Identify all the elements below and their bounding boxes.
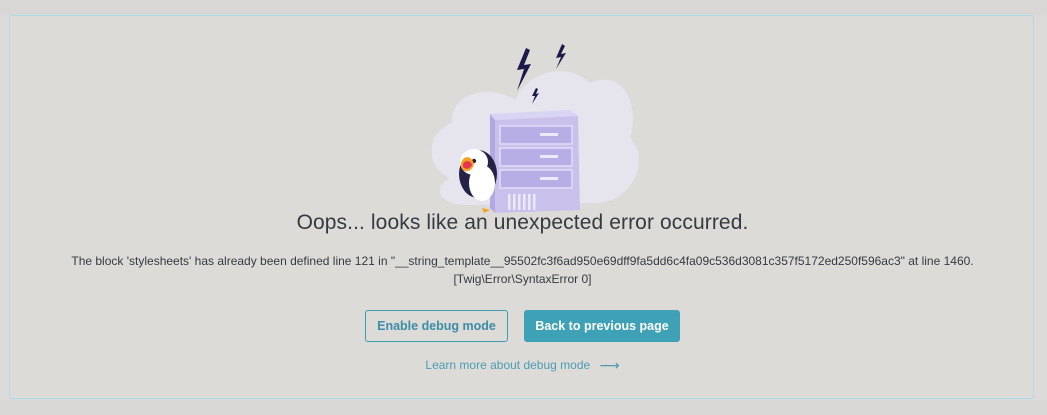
server-error-illustration — [431, 44, 639, 213]
top-strip — [0, 0, 1047, 15]
server-icon — [490, 110, 580, 213]
error-title: Oops... looks like an unexpected error o… — [296, 211, 749, 234]
back-to-previous-page-button[interactable]: Back to previous page — [524, 310, 680, 342]
learn-more-debug-link[interactable]: Learn more about debug mode ⟶ — [425, 357, 620, 373]
error-message: The block 'stylesheets' has already been… — [10, 252, 1035, 288]
arrow-right-icon: ⟶ — [599, 357, 620, 373]
enable-debug-mode-button[interactable]: Enable debug mode — [365, 310, 508, 342]
error-message-detail: The block 'stylesheets' has already been… — [71, 254, 974, 268]
learn-more-label: Learn more about debug mode — [425, 358, 591, 372]
error-message-type: [Twig\Error\SyntaxError 0] — [453, 272, 592, 286]
bottom-strip — [0, 400, 1047, 415]
error-card: Oops... looks like an unexpected error o… — [9, 15, 1034, 399]
learn-more-debug-link-container: Learn more about debug mode ⟶ — [10, 357, 1035, 374]
